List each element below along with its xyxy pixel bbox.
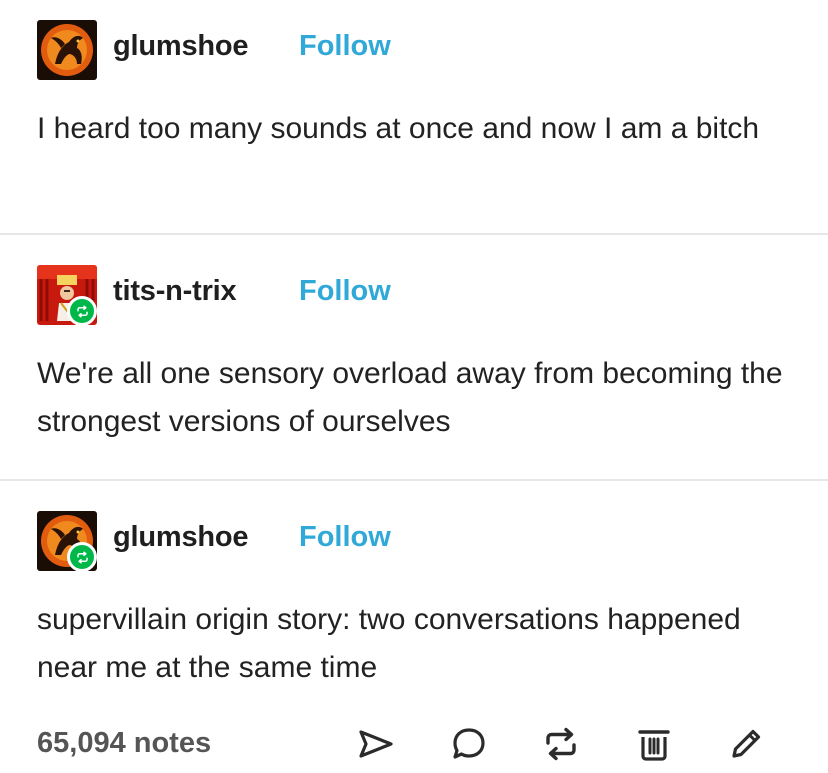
follow-button[interactable]: Follow (299, 521, 391, 554)
avatar[interactable] (37, 511, 97, 572)
avatar[interactable] (37, 20, 97, 80)
share-icon (359, 730, 393, 758)
post-header: glumshoe Follow (37, 511, 797, 572)
reblog-badge (67, 542, 97, 572)
post-3: glumshoe Follow supervillain origin stor… (0, 481, 828, 715)
pencil-icon (732, 729, 761, 758)
share-button[interactable] (355, 723, 397, 765)
post-text: We're all one sensory overload away from… (37, 357, 783, 438)
avatar[interactable] (37, 265, 97, 326)
follow-button[interactable]: Follow (299, 30, 391, 63)
reblog-icon (76, 305, 88, 317)
post-2: tits-n-trix Follow We're all one sensory… (0, 235, 828, 479)
delete-button[interactable] (633, 723, 675, 765)
username[interactable]: glumshoe (113, 30, 249, 63)
username[interactable]: tits-n-trix (113, 275, 237, 308)
username[interactable]: glumshoe (113, 521, 249, 554)
post-1: glumshoe Follow I heard too many sounds … (0, 0, 828, 233)
post-header: glumshoe Follow (37, 20, 797, 80)
reblog-button[interactable] (540, 723, 582, 765)
trash-icon (638, 730, 670, 761)
post-header: tits-n-trix Follow (37, 265, 797, 326)
reply-icon (453, 728, 485, 759)
reblog-badge (67, 296, 97, 326)
reblog-icon (546, 727, 576, 761)
edit-button[interactable] (725, 723, 767, 765)
follow-button[interactable]: Follow (299, 275, 391, 308)
reply-button[interactable] (448, 723, 490, 765)
reblog-icon (76, 551, 88, 563)
post-text: I heard too many sounds at once and now … (37, 112, 760, 145)
griffin-avatar-image (37, 20, 97, 80)
notes-count[interactable]: 65,094 notes (37, 727, 211, 760)
post-footer: 65,094 notes (0, 715, 828, 773)
post-text: supervillain origin story: two conversat… (37, 603, 741, 684)
